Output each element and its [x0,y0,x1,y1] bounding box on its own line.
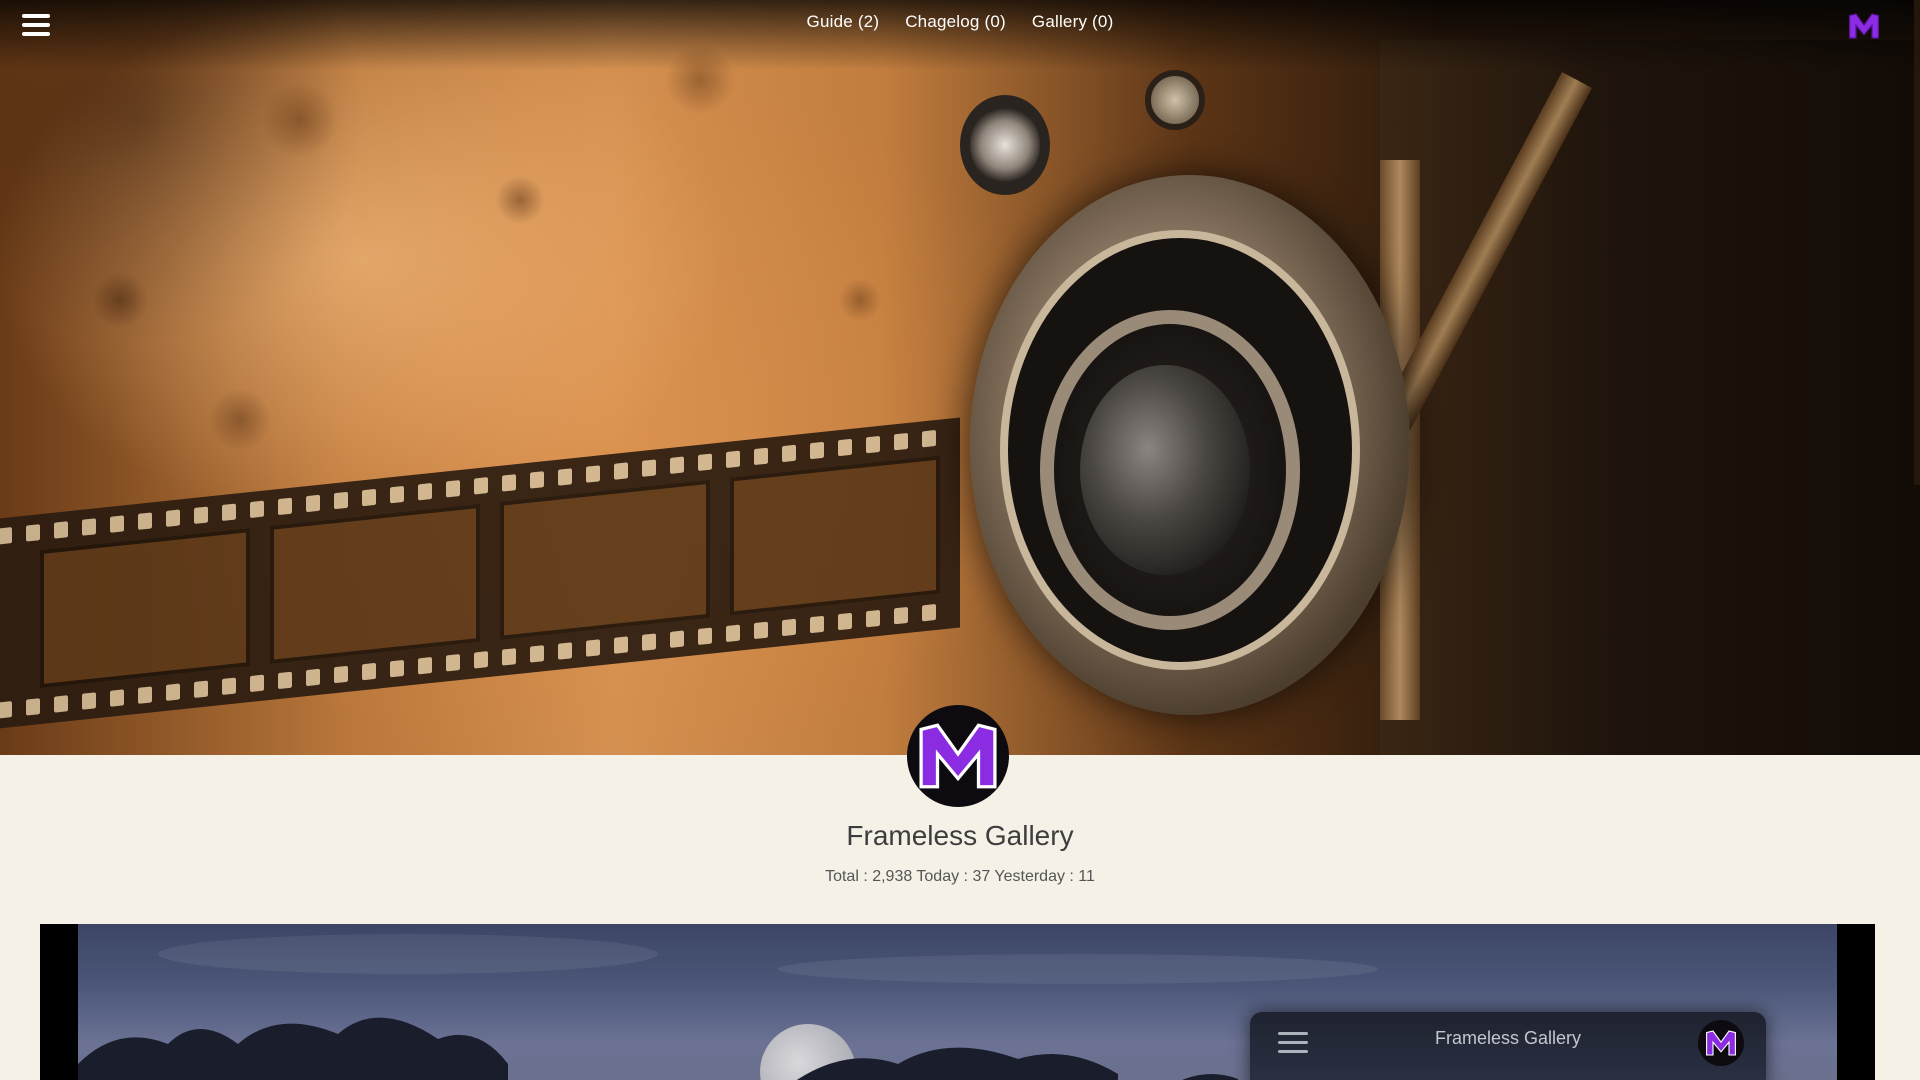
mini-header-preview: Frameless Gallery [1250,1012,1766,1080]
gallery-preview[interactable]: Frameless Gallery [40,924,1875,1080]
nav-gallery[interactable]: Gallery (0) [1032,12,1114,32]
m-logo-icon [919,723,997,789]
camera-knob [1145,70,1205,130]
mini-title: Frameless Gallery [1434,1028,1582,1048]
nav-guide[interactable]: Guide (2) [807,12,880,32]
m-logo-icon [1698,1020,1744,1066]
nav-changelog[interactable]: Chagelog (0) [905,12,1006,32]
hero-banner [0,0,1920,755]
visitor-stats: Total : 2,938 Today : 37 Yesterday : 11 [825,868,1095,885]
camera-viewfinder [960,95,1050,195]
page-title: Frameless Gallery [846,820,1074,851]
camera-body [1380,40,1920,755]
top-navigation: Guide (2) Chagelog (0) Gallery (0) [0,12,1920,32]
scrollbar[interactable] [1914,0,1920,485]
avatar[interactable] [907,705,1009,807]
m-logo-icon[interactable] [1848,12,1880,40]
camera-lens-glass [1080,365,1250,575]
